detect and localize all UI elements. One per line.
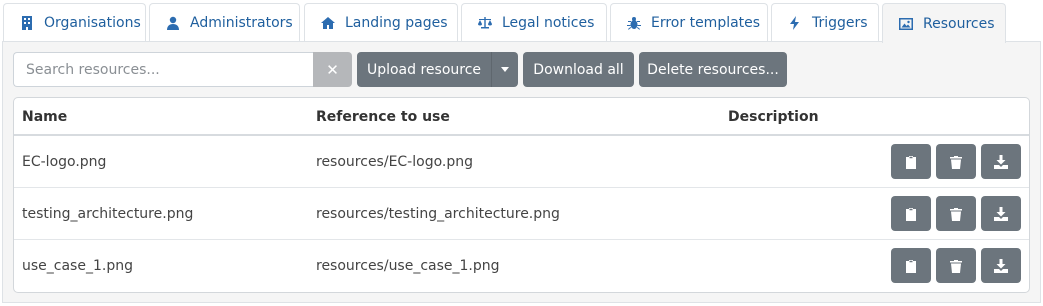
balance-scale-icon <box>478 17 492 29</box>
copy-reference-button[interactable] <box>891 248 931 283</box>
download-icon <box>994 258 1008 273</box>
tab-landing-pages[interactable]: Landing pages <box>304 3 458 42</box>
delete-resource-button[interactable] <box>936 196 976 231</box>
cell-name: testing_architecture.png <box>22 206 194 222</box>
tab-organisations[interactable]: Organisations <box>3 3 146 42</box>
cell-name: EC-logo.png <box>22 154 107 170</box>
clear-search-button[interactable]: ✕ <box>313 52 352 87</box>
tab-label: Legal notices <box>502 15 595 31</box>
copy-reference-button[interactable] <box>891 196 931 231</box>
clipboard-icon <box>906 259 916 273</box>
cell-reference: resources/use_case_1.png <box>316 258 500 274</box>
tab-error-templates[interactable]: Error templates <box>610 3 768 42</box>
delete-resources-button[interactable]: Delete resources... <box>639 52 787 87</box>
table-row: EC-logo.png resources/EC-logo.png <box>14 136 1029 188</box>
building-icon <box>22 16 32 30</box>
download-resource-button[interactable] <box>981 248 1021 283</box>
tab-administrators[interactable]: Administrators <box>149 3 300 42</box>
bug-icon <box>627 17 641 30</box>
tab-label: Resources <box>923 15 995 32</box>
download-all-button[interactable]: Download all <box>523 52 634 87</box>
tab-resources[interactable]: Resources <box>882 3 1006 43</box>
copy-reference-button[interactable] <box>891 144 931 179</box>
user-icon <box>167 16 179 30</box>
close-icon: ✕ <box>326 60 339 79</box>
trash-icon <box>950 155 962 169</box>
resources-table: Name Reference to use Description EC-log… <box>13 97 1030 293</box>
download-icon <box>994 154 1008 169</box>
header-name[interactable]: Name <box>22 98 67 136</box>
image-icon <box>899 17 913 30</box>
header-description[interactable]: Description <box>728 98 819 136</box>
home-icon <box>321 17 335 29</box>
row-actions <box>891 248 1021 283</box>
clipboard-icon <box>906 155 916 169</box>
tab-label: Triggers <box>812 15 868 31</box>
trash-icon <box>950 207 962 221</box>
trash-icon <box>950 259 962 273</box>
clipboard-icon <box>906 207 916 221</box>
bolt-icon <box>790 16 799 30</box>
tab-label: Error templates <box>651 15 761 31</box>
delete-resource-button[interactable] <box>936 144 976 179</box>
row-actions <box>891 144 1021 179</box>
tab-label: Organisations <box>44 15 141 31</box>
caret-down-icon <box>501 67 509 72</box>
upload-resource-button[interactable]: Upload resource <box>357 52 491 87</box>
upload-resource-label: Upload resource <box>366 61 482 78</box>
tab-triggers[interactable]: Triggers <box>771 3 879 42</box>
tab-legal-notices[interactable]: Legal notices <box>461 3 607 42</box>
table-header: Name Reference to use Description <box>14 98 1029 136</box>
download-all-label: Download all <box>533 61 624 78</box>
cell-reference: resources/EC-logo.png <box>316 154 473 170</box>
tab-label: Administrators <box>190 15 293 31</box>
table-row: testing_architecture.png resources/testi… <box>14 188 1029 240</box>
cell-name: use_case_1.png <box>22 258 133 274</box>
header-reference[interactable]: Reference to use <box>316 98 450 136</box>
search-input[interactable] <box>13 52 313 87</box>
tab-label: Landing pages <box>345 15 448 31</box>
download-icon <box>994 206 1008 221</box>
table-row: use_case_1.png resources/use_case_1.png <box>14 240 1029 292</box>
delete-resources-label: Delete resources... <box>647 61 779 78</box>
download-resource-button[interactable] <box>981 144 1021 179</box>
upload-dropdown-toggle[interactable] <box>491 52 518 87</box>
download-resource-button[interactable] <box>981 196 1021 231</box>
cell-reference: resources/testing_architecture.png <box>316 206 560 222</box>
delete-resource-button[interactable] <box>936 248 976 283</box>
tab-bar: Organisations Administrators Landing pag… <box>0 0 1043 43</box>
row-actions <box>891 196 1021 231</box>
